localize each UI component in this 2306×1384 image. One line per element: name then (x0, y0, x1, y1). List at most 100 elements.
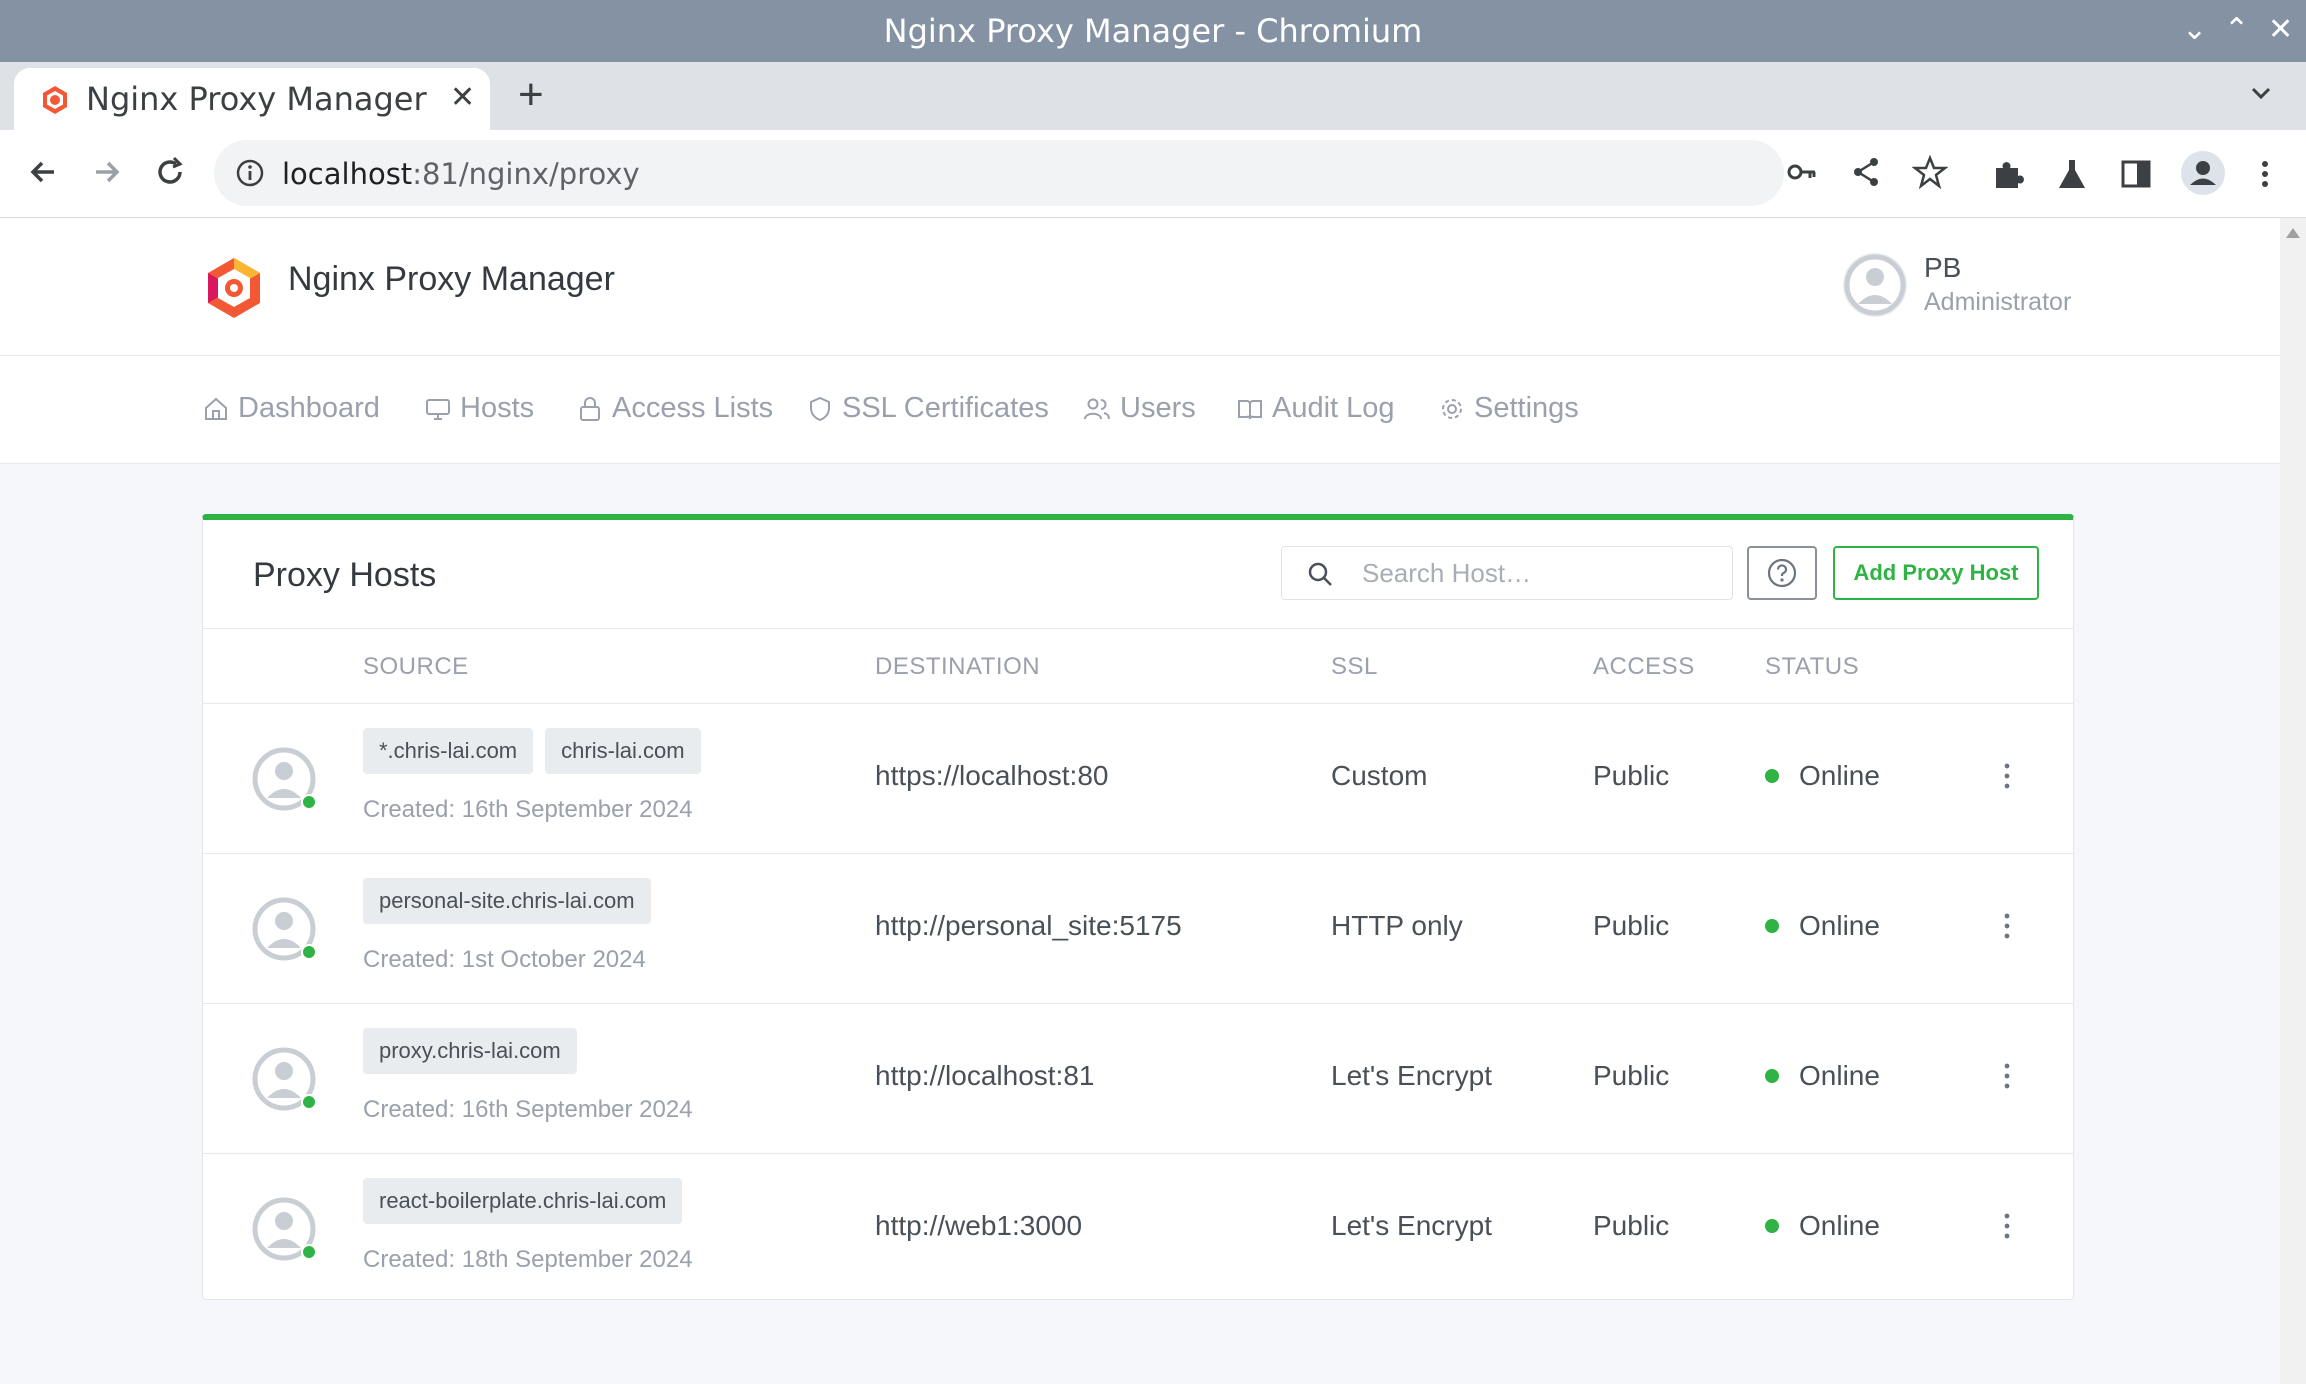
created-date: Created: 16th September 2024 (363, 796, 693, 823)
online-indicator (301, 1094, 317, 1110)
column-header-source: SOURCE (363, 653, 469, 680)
card-title: Proxy Hosts (253, 556, 437, 594)
domain-tag[interactable]: proxy.chris-lai.com (363, 1028, 577, 1074)
status-dot (1765, 919, 1779, 933)
status-label: Online (1799, 760, 1880, 791)
nav-users-label: Users (1120, 392, 1196, 424)
row-menu-icon[interactable] (1999, 1210, 2015, 1242)
domain-tag[interactable]: chris-lai.com (545, 728, 701, 774)
users-icon (1084, 398, 1110, 419)
address-bar[interactable]: localhost:81/nginx/proxy (214, 140, 1948, 206)
labs-flask-icon[interactable] (2054, 156, 2090, 192)
domain-tag[interactable]: personal-site.chris-lai.com (363, 878, 651, 924)
page-content: Nginx Proxy Manager PB Administrator Das… (0, 218, 2280, 1384)
close-window-icon[interactable]: ✕ (2268, 12, 2293, 47)
url-text: localhost:81/nginx/proxy (282, 157, 640, 191)
nav-settings[interactable]: Settings (1438, 392, 1579, 425)
column-header-destination: DESTINATION (875, 653, 1041, 680)
column-header-ssl: SSL (1331, 653, 1378, 680)
nav-settings-label: Settings (1474, 392, 1579, 424)
status-dot (1765, 769, 1779, 783)
home-icon (205, 397, 227, 420)
bookmark-star-icon[interactable] (1912, 154, 1948, 190)
user-avatar[interactable] (1842, 252, 1908, 318)
site-info-icon[interactable] (234, 157, 266, 189)
domain-tags: personal-site.chris-lai.com (363, 878, 651, 924)
search-box[interactable] (1281, 546, 1733, 600)
extensions-icon[interactable] (1990, 156, 2026, 192)
forward-icon[interactable] (86, 152, 126, 192)
ssl-type: Let's Encrypt (1331, 1210, 1492, 1241)
online-indicator (301, 1244, 317, 1260)
access-type: Public (1593, 910, 1670, 941)
online-indicator (301, 794, 317, 810)
column-header-access: ACCESS (1593, 653, 1695, 680)
row-menu-icon[interactable] (1999, 1060, 2015, 1092)
window-title: Nginx Proxy Manager - Chromium (883, 12, 1423, 50)
search-icon (1308, 562, 1332, 586)
minimize-icon[interactable]: ⌄ (2182, 12, 2207, 47)
table-row[interactable]: react-boilerplate.chris-lai.com Created:… (203, 1154, 2073, 1304)
destination: http://web1:3000 (875, 1210, 1083, 1241)
ssl-type: Let's Encrypt (1331, 1060, 1492, 1091)
profile-icon[interactable] (2180, 150, 2226, 196)
created-date: Created: 18th September 2024 (363, 1246, 693, 1273)
brand-name[interactable]: Nginx Proxy Manager (288, 260, 615, 299)
tab-search-chevron-icon[interactable] (2246, 78, 2276, 108)
maximize-icon[interactable]: ⌃ (2224, 12, 2249, 47)
scroll-up-arrow-icon[interactable] (2286, 228, 2300, 238)
browser-menu-icon[interactable] (2250, 156, 2280, 192)
created-date: Created: 1st October 2024 (363, 946, 646, 973)
nav-ssl-certificates-label: SSL Certificates (842, 392, 1049, 424)
new-tab-icon[interactable]: + (518, 70, 544, 120)
back-icon[interactable] (24, 152, 64, 192)
reload-icon[interactable] (150, 152, 190, 192)
nav-users[interactable]: Users (1082, 392, 1196, 425)
status-label: Online (1799, 1060, 1880, 1091)
ssl-type: HTTP only (1331, 910, 1463, 941)
url-path: :81/nginx/proxy (412, 157, 640, 191)
page-scrollbar[interactable] (2280, 218, 2306, 1384)
row-menu-icon[interactable] (1999, 910, 2015, 942)
tab-strip: Nginx Proxy Manager ✕ + (0, 62, 2306, 130)
ssl-type: Custom (1331, 760, 1428, 791)
add-proxy-host-button[interactable]: Add Proxy Host (1833, 546, 2039, 600)
nav-audit-log-label: Audit Log (1272, 392, 1395, 424)
proxy-hosts-card: Proxy Hosts Add Proxy Host SOURCE DESTIN… (202, 514, 2074, 1300)
shield-icon (810, 396, 830, 421)
status: Online (1765, 910, 1880, 942)
nav-audit-log[interactable]: Audit Log (1236, 392, 1395, 425)
domain-tag[interactable]: *.chris-lai.com (363, 728, 534, 774)
table-header: SOURCE DESTINATION SSL ACCESS STATUS (203, 628, 2073, 704)
table-row[interactable]: *.chris-lai.com chris-lai.com Created: 1… (203, 704, 2073, 854)
monitor-icon (426, 398, 450, 420)
user-name[interactable]: PB (1924, 252, 1961, 284)
nav-access-lists-label: Access Lists (612, 392, 774, 424)
tab-close-icon[interactable]: ✕ (450, 80, 475, 115)
nav-ssl-certificates[interactable]: SSL Certificates (806, 392, 1049, 425)
share-icon[interactable] (1848, 154, 1884, 190)
column-header-status: STATUS (1765, 653, 1860, 680)
lock-icon (580, 396, 600, 421)
nav-hosts[interactable]: Hosts (424, 392, 534, 425)
url-host: localhost (282, 157, 413, 191)
favicon-icon (43, 86, 67, 114)
domain-tag[interactable]: react-boilerplate.chris-lai.com (363, 1178, 683, 1224)
app-header: Nginx Proxy Manager PB Administrator (0, 218, 2280, 356)
help-icon (1767, 558, 1797, 588)
destination: http://localhost:81 (875, 1060, 1095, 1091)
table-row[interactable]: proxy.chris-lai.com Created: 16th Septem… (203, 1004, 2073, 1154)
host-avatar (251, 896, 317, 962)
nav-access-lists[interactable]: Access Lists (576, 392, 773, 425)
side-panel-icon[interactable] (2118, 156, 2154, 192)
help-button[interactable] (1747, 546, 1817, 600)
destination: http://personal_site:5175 (875, 910, 1182, 941)
key-icon[interactable] (1784, 154, 1820, 190)
domain-tags: react-boilerplate.chris-lai.com (363, 1178, 683, 1224)
search-input[interactable] (1362, 555, 1712, 591)
nav-dashboard[interactable]: Dashboard (202, 392, 380, 425)
table-row[interactable]: personal-site.chris-lai.com Created: 1st… (203, 854, 2073, 1004)
browser-tab[interactable]: Nginx Proxy Manager ✕ (14, 68, 490, 130)
user-role: Administrator (1924, 288, 2072, 316)
row-menu-icon[interactable] (1999, 760, 2015, 792)
